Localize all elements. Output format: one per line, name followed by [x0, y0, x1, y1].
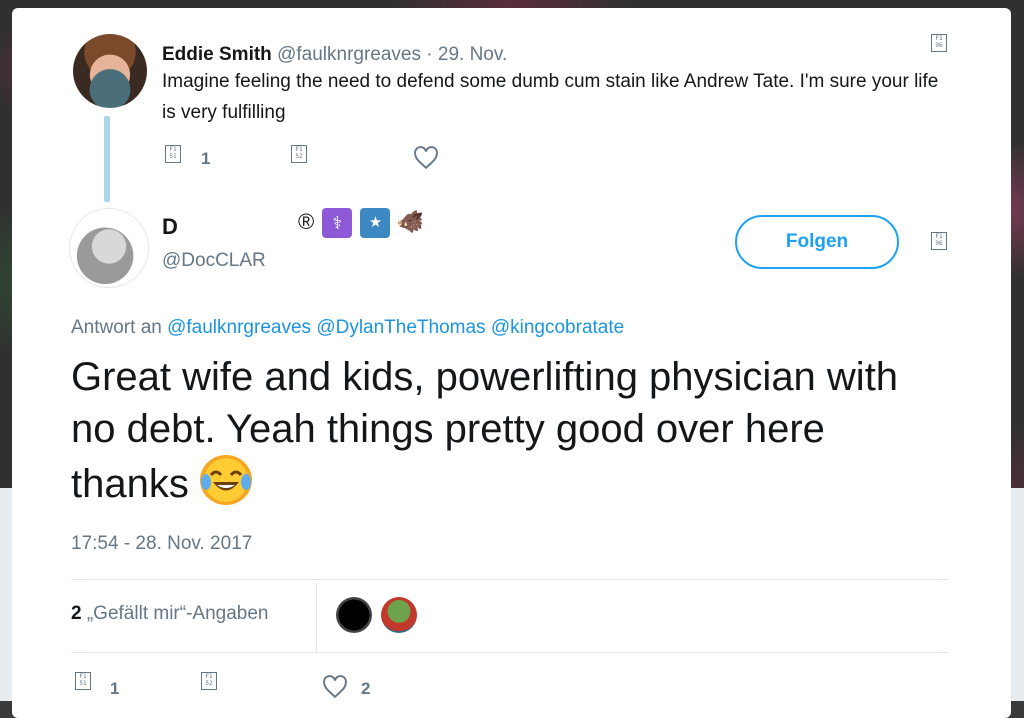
reply-to-label: Antwort an	[71, 317, 162, 338]
main-reply-count: 1	[110, 679, 120, 698]
name-badges: ® ⚕ ★ 🐗	[298, 208, 424, 238]
caret-icon[interactable]: F1 96	[931, 34, 947, 52]
medical-symbol-badge: ⚕	[322, 208, 353, 238]
mention-dylanthethomas[interactable]: @DylanTheThomas	[316, 317, 485, 338]
boar-badge: 🐗	[396, 208, 424, 234]
tweet-card: Eddie Smith @faulknrgreaves · 29. Nov. F…	[12, 8, 1011, 718]
likes-label: „Gefällt mir“-Angaben	[86, 603, 269, 624]
parent-author-handle[interactable]: @faulknrgreaves	[277, 44, 421, 65]
mention-faulknrgreaves[interactable]: @faulknrgreaves	[167, 317, 311, 338]
avatar-doc-clar[interactable]	[69, 208, 149, 288]
retweet-icon[interactable]: F1 52	[291, 145, 307, 163]
retweet-icon[interactable]: F1 52	[201, 672, 217, 690]
star-badge: ★	[360, 208, 391, 238]
likes-summary[interactable]: 2 „Gefällt mir“-Angaben	[71, 603, 268, 625]
liker-avatar[interactable]	[381, 597, 417, 633]
follow-button[interactable]: Folgen	[735, 215, 899, 269]
heart-icon[interactable]	[322, 675, 348, 699]
thread-connector-line	[104, 116, 110, 202]
parent-author-name[interactable]: Eddie Smith	[162, 44, 272, 65]
registered-badge: ®	[298, 208, 315, 234]
main-tweet-body: Great wife and kids, powerlifting physic…	[71, 355, 899, 506]
avatar-eddie-smith[interactable]	[73, 34, 147, 108]
heart-icon[interactable]	[413, 146, 439, 170]
main-author-name[interactable]: D	[162, 214, 178, 240]
parent-tweet-date[interactable]: · 29. Nov.	[426, 44, 507, 65]
divider	[71, 579, 949, 580]
main-author-handle[interactable]: @DocCLAR	[162, 250, 266, 272]
face-with-tears-of-joy-emoji	[199, 455, 252, 505]
caret-icon[interactable]: F1 96	[931, 232, 947, 250]
liker-avatar[interactable]	[336, 597, 372, 633]
parent-reply-count: 1	[201, 149, 211, 168]
parent-tweet-text: Imagine feeling the need to defend some …	[162, 71, 939, 123]
reply-icon[interactable]: F1 51	[165, 145, 181, 163]
likes-count: 2	[71, 603, 82, 624]
reply-icon[interactable]: F1 51	[75, 672, 91, 690]
divider	[71, 652, 949, 653]
parent-tweet-header: Eddie Smith @faulknrgreaves · 29. Nov.	[162, 44, 507, 66]
likes-divider	[316, 583, 317, 653]
main-like-count: 2	[361, 679, 371, 698]
main-tweet-text: Great wife and kids, powerlifting physic…	[71, 351, 931, 510]
reply-to-line: Antwort an @faulknrgreaves @DylanTheThom…	[71, 317, 624, 339]
mention-kingcobratate[interactable]: @kingcobratate	[491, 317, 624, 338]
tweet-timestamp[interactable]: 17:54 - 28. Nov. 2017	[71, 533, 252, 555]
